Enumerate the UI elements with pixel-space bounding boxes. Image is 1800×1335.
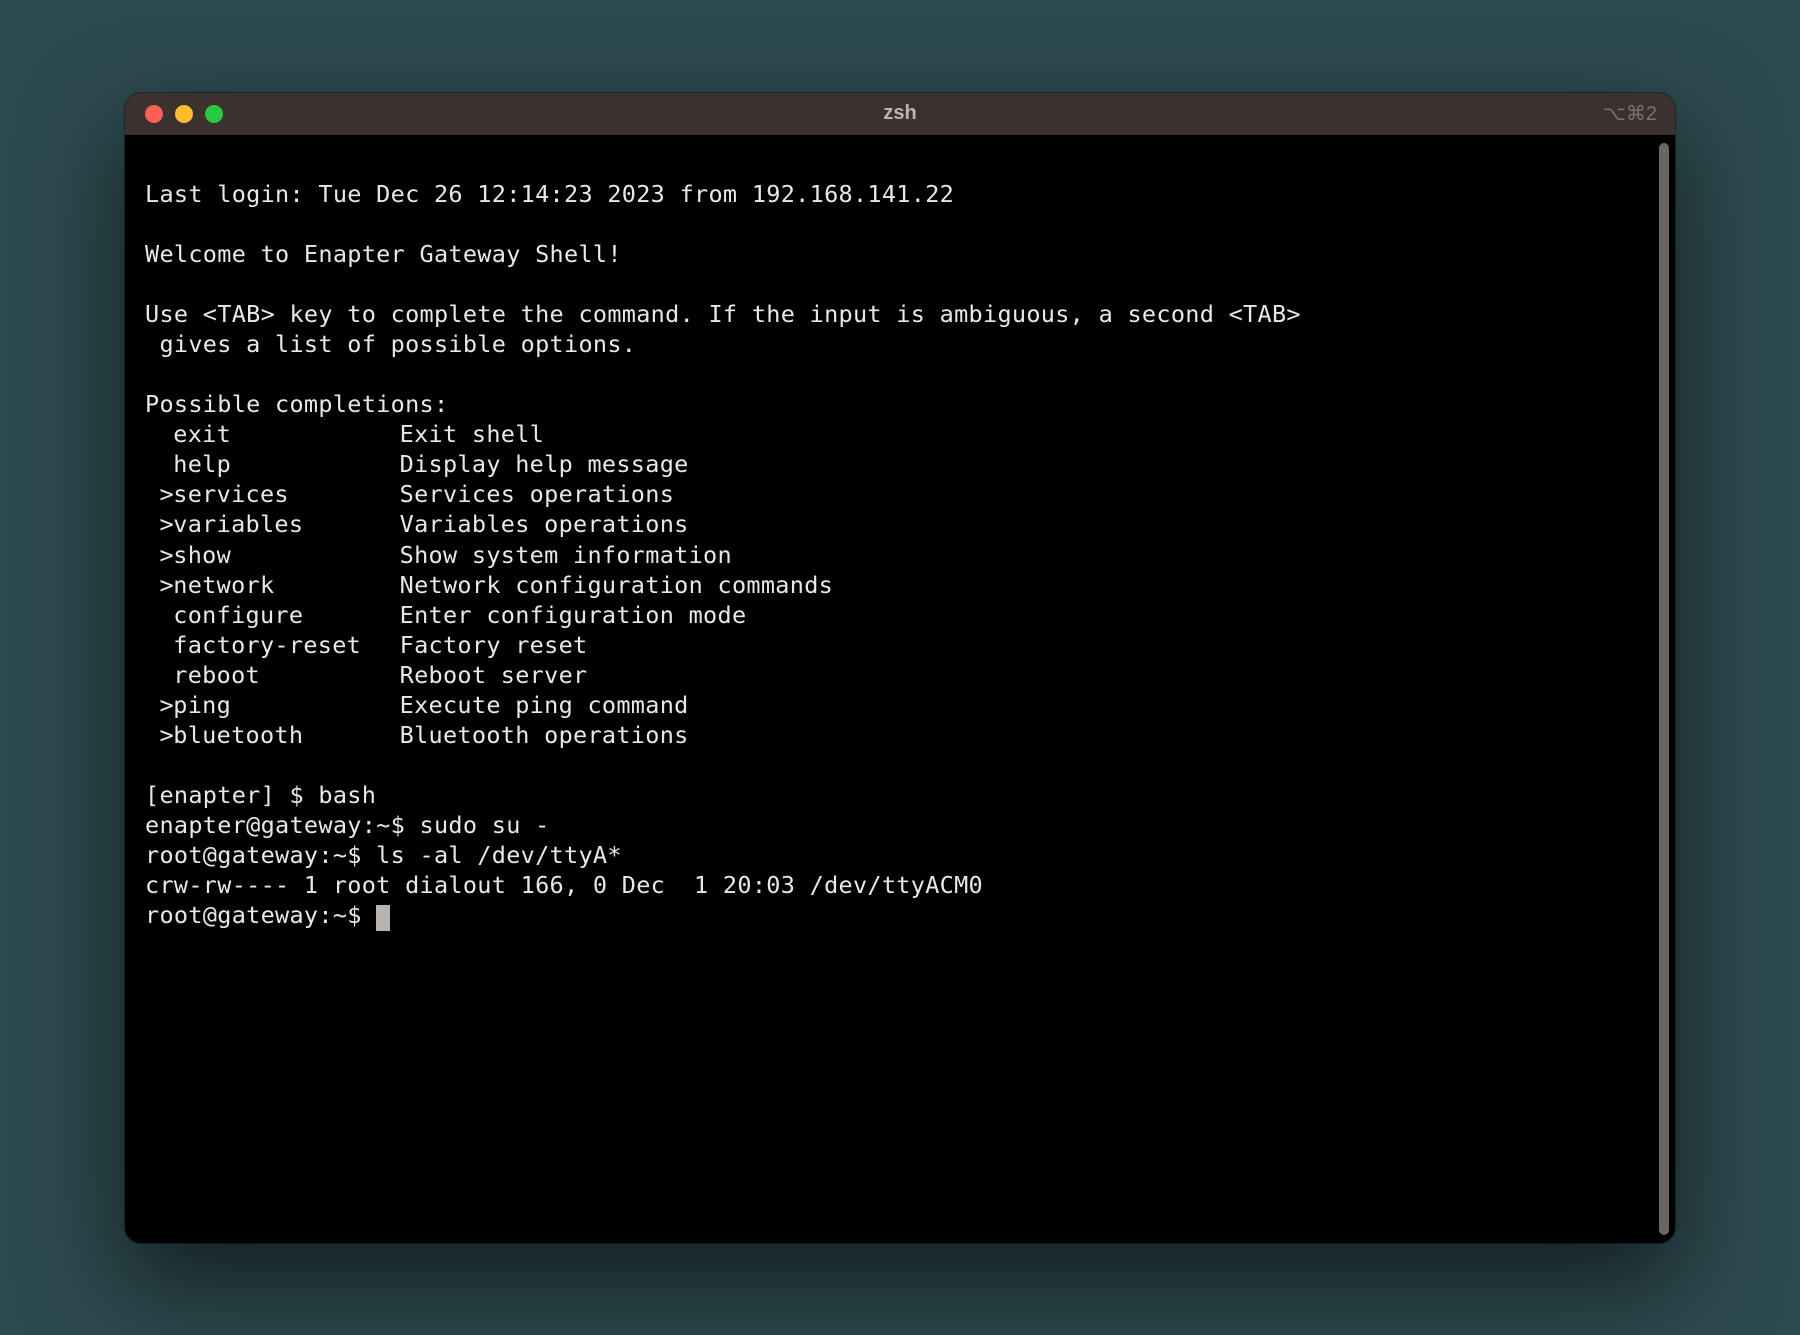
window-shortcut-indicator: ⌥⌘2 [1603, 101, 1657, 126]
completions-list: exitExit shell helpDisplay help message … [145, 419, 1639, 750]
completion-description: Services operations [400, 480, 675, 508]
completion-command: services [173, 479, 399, 509]
completion-command: ping [173, 690, 399, 720]
window-title: zsh [125, 102, 1675, 125]
completion-row: factory-resetFactory reset [145, 630, 1639, 660]
completion-row: helpDisplay help message [145, 449, 1639, 479]
completion-marker [145, 600, 173, 630]
prompt[interactable]: root@gateway:~$ [145, 901, 376, 929]
completion-marker [145, 449, 173, 479]
completion-marker: > [145, 570, 173, 600]
hint-line-1: Use <TAB> key to complete the command. I… [145, 300, 1301, 328]
completion-command: factory-reset [173, 630, 399, 660]
completion-marker: > [145, 540, 173, 570]
welcome-line: Welcome to Enapter Gateway Shell! [145, 240, 622, 268]
completion-row: > networkNetwork configuration commands [145, 570, 1639, 600]
completion-marker: > [145, 479, 173, 509]
completion-marker: > [145, 690, 173, 720]
completion-marker: > [145, 509, 173, 539]
completion-command: configure [173, 600, 399, 630]
completion-description: Enter configuration mode [400, 601, 747, 629]
traffic-lights [125, 105, 223, 123]
completion-row: > bluetoothBluetooth operations [145, 720, 1639, 750]
completion-row: rebootReboot server [145, 660, 1639, 690]
terminal-window: zsh ⌥⌘2 Last login: Tue Dec 26 12:14:23 … [125, 93, 1675, 1243]
completion-command: variables [173, 509, 399, 539]
terminal-area[interactable]: Last login: Tue Dec 26 12:14:23 2023 fro… [125, 135, 1675, 1243]
close-icon[interactable] [145, 105, 163, 123]
completion-row: exitExit shell [145, 419, 1639, 449]
session-line: [enapter] $ bash [145, 781, 376, 809]
completion-row: configureEnter configuration mode [145, 600, 1639, 630]
session-line: enapter@gateway:~$ sudo su - [145, 811, 550, 839]
completion-command: bluetooth [173, 720, 399, 750]
completion-description: Display help message [400, 450, 689, 478]
completion-description: Factory reset [400, 631, 588, 659]
completion-command: network [173, 570, 399, 600]
minimize-icon[interactable] [175, 105, 193, 123]
completion-row: > servicesServices operations [145, 479, 1639, 509]
session-line: crw-rw---- 1 root dialout 166, 0 Dec 1 2… [145, 871, 983, 899]
completion-marker [145, 660, 173, 690]
terminal-output[interactable]: Last login: Tue Dec 26 12:14:23 2023 fro… [125, 135, 1659, 1243]
completion-command: exit [173, 419, 399, 449]
completion-description: Network configuration commands [400, 571, 833, 599]
scrollbar[interactable] [1659, 143, 1669, 1235]
completion-description: Show system information [400, 541, 732, 569]
completion-description: Bluetooth operations [400, 721, 689, 749]
completion-command: reboot [173, 660, 399, 690]
cursor-icon [376, 905, 390, 931]
session-line: root@gateway:~$ ls -al /dev/ttyA* [145, 841, 622, 869]
completion-marker [145, 630, 173, 660]
completion-row: > variablesVariables operations [145, 509, 1639, 539]
completion-marker [145, 419, 173, 449]
completion-description: Execute ping command [400, 691, 689, 719]
completion-description: Reboot server [400, 661, 588, 689]
completions-header: Possible completions: [145, 390, 448, 418]
completion-command: show [173, 540, 399, 570]
last-login-line: Last login: Tue Dec 26 12:14:23 2023 fro… [145, 180, 954, 208]
completion-marker: > [145, 720, 173, 750]
completion-command: help [173, 449, 399, 479]
titlebar: zsh ⌥⌘2 [125, 93, 1675, 135]
completion-description: Exit shell [400, 420, 544, 448]
completion-row: > pingExecute ping command [145, 690, 1639, 720]
hint-line-2: gives a list of possible options. [145, 330, 636, 358]
completion-description: Variables operations [400, 510, 689, 538]
completion-row: > showShow system information [145, 540, 1639, 570]
maximize-icon[interactable] [205, 105, 223, 123]
